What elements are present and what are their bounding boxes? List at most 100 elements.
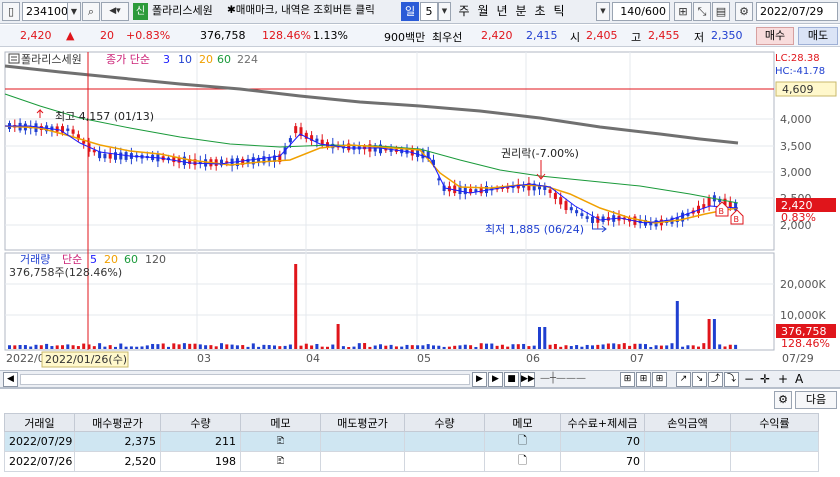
col-sell-qty[interactable]: 수량 <box>404 413 485 432</box>
col-fee[interactable]: 수수료+제세금 <box>560 413 645 432</box>
speaker-icon[interactable]: ◀▾ <box>101 2 129 21</box>
last-pct-label: 0.83% <box>781 211 816 224</box>
next-button[interactable]: 다음 <box>795 391 837 409</box>
col-trade-date[interactable]: 거래일 <box>4 413 75 432</box>
buy-button[interactable]: 매수 <box>756 27 794 45</box>
draw-tool1-icon[interactable]: ↗ <box>676 372 691 387</box>
drawing-icon[interactable]: ⤡ <box>693 2 711 21</box>
cell-pnl[interactable] <box>644 431 731 452</box>
volume-bar <box>341 346 345 349</box>
volume-bar <box>225 344 229 349</box>
period-month-button[interactable]: 월 <box>474 2 492 21</box>
volume-bar <box>490 343 494 349</box>
scroll-right-icon[interactable]: ▶ <box>472 372 487 387</box>
grid2-icon[interactable]: ⊞ <box>636 372 651 387</box>
chart-scroll-bar[interactable]: ◀ ▶ ▶ ■ ▶▶ —┼——— ⊞ ⊞ ⊞ ↗ ↘ ⤴ ⤵ − ✛ + A <box>0 370 840 388</box>
table-row[interactable]: 2022/07/29 2,375 211 🗈 🗋 70 <box>4 431 819 452</box>
col-sell-memo[interactable]: 메모 <box>484 413 561 432</box>
data-count-input[interactable]: 140/600 <box>612 2 670 21</box>
zoom-in-icon[interactable]: + <box>778 372 788 386</box>
volume-bar <box>193 343 197 349</box>
move-icon[interactable]: ✛ <box>760 372 770 386</box>
volume-bar <box>82 343 86 349</box>
period-year-button[interactable]: 년 <box>493 2 511 21</box>
col-sell-avg[interactable]: 매도평균가 <box>320 413 405 432</box>
cell-buy-avg[interactable]: 2,520 <box>74 451 161 472</box>
volume-bar <box>363 343 367 349</box>
layout-icon[interactable]: ▤ <box>712 2 730 21</box>
memo-icon[interactable]: 🗋 <box>484 451 561 472</box>
volume-bar <box>230 344 234 349</box>
grid-icon[interactable]: ⊞ <box>620 372 635 387</box>
col-buy-avg[interactable]: 매수평균가 <box>74 413 161 432</box>
fast-forward-icon[interactable]: ▶▶ <box>520 372 535 387</box>
volume-bar <box>469 345 473 349</box>
col-buy-qty[interactable]: 수량 <box>160 413 241 432</box>
cell-return[interactable] <box>730 431 819 452</box>
period-week-button[interactable]: 주 <box>455 2 473 21</box>
zoom-slider[interactable]: —┼——— <box>540 373 610 386</box>
period-minute-button[interactable]: 분 <box>512 2 530 21</box>
cell-sell-avg[interactable] <box>320 451 405 472</box>
cell-fee[interactable]: 70 <box>560 431 645 452</box>
candle <box>294 126 298 134</box>
cell-fee[interactable]: 70 <box>560 451 645 472</box>
cell-qty[interactable]: 198 <box>160 451 241 472</box>
period-day-button[interactable]: 일 <box>401 2 419 21</box>
x-start-label: 2022/0 <box>6 352 45 365</box>
cell-qty[interactable]: 211 <box>160 431 241 452</box>
cell-sell-avg[interactable] <box>320 431 405 452</box>
period-tick-button[interactable]: 틱 <box>550 2 568 21</box>
x-month-03: 03 <box>197 352 211 365</box>
play-icon[interactable]: ▶ <box>488 372 503 387</box>
gear-icon[interactable]: ⚙ <box>735 2 753 21</box>
tick-dropdown-icon[interactable]: ▼ <box>596 2 610 21</box>
draw-tool3-icon[interactable]: ⤴ <box>708 372 723 387</box>
search-icon[interactable]: ⌕ <box>82 2 100 21</box>
period-num-dropdown-icon[interactable]: ▼ <box>438 2 451 21</box>
cell-pnl[interactable] <box>644 451 731 472</box>
memo-icon[interactable]: 🗈 <box>240 451 321 472</box>
high-label: 고 <box>631 31 642 44</box>
volume-bar <box>495 345 499 349</box>
memo-icon[interactable]: 🗈 <box>240 431 321 452</box>
bid-price: 2,415 <box>526 29 558 42</box>
scroll-track[interactable] <box>20 374 470 385</box>
volume-label: 거래량 <box>20 253 50 266</box>
col-return[interactable]: 수익률 <box>730 413 819 432</box>
stop-icon[interactable]: ■ <box>504 372 519 387</box>
window-icon[interactable]: ▯ <box>2 2 20 21</box>
cell-sell-qty[interactable] <box>404 431 485 452</box>
volume-bar <box>527 346 531 349</box>
stock-code-input[interactable]: 234100 <box>22 2 68 21</box>
table-row[interactable]: 2022/07/26 2,520 198 🗈 🗋 70 <box>4 451 819 472</box>
draw-tool2-icon[interactable]: ↘ <box>692 372 707 387</box>
grid3-icon[interactable]: ⊞ <box>652 372 667 387</box>
date-input[interactable]: 2022/07/29 <box>756 2 838 21</box>
period-second-button[interactable]: 초 <box>531 2 549 21</box>
volume-bar <box>638 343 642 349</box>
cell-return[interactable] <box>730 451 819 472</box>
settings-gear-icon[interactable]: ⚙ <box>774 391 792 409</box>
draw-tool4-icon[interactable]: ⤵ <box>724 372 739 387</box>
volume-bar <box>331 344 335 349</box>
stock-chart[interactable]: 최고 4,157 (01/13) 권리락(-7.00%) 최저 1,885 (0… <box>0 48 840 370</box>
indicator-icon[interactable]: ⊞ <box>674 2 692 21</box>
zoom-out-icon[interactable]: − <box>744 372 754 386</box>
cell-date[interactable]: 2022/07/26 <box>4 451 75 472</box>
code-dropdown-icon[interactable]: ▼ <box>67 2 81 21</box>
cell-buy-avg[interactable]: 2,375 <box>74 431 161 452</box>
volume-bar <box>76 346 80 349</box>
scroll-left-icon[interactable]: ◀ <box>3 372 18 387</box>
col-pnl[interactable]: 손익금액 <box>644 413 731 432</box>
col-buy-memo[interactable]: 메모 <box>240 413 321 432</box>
volume-bar <box>728 344 732 349</box>
font-size-icon[interactable]: A <box>795 372 803 386</box>
trade-table: 거래일 매수평균가 수량 메모 매도평균가 수량 메모 수수료+제세금 손익금액… <box>4 413 819 472</box>
volume-bar <box>442 346 446 349</box>
cell-date[interactable]: 2022/07/29 <box>4 431 75 452</box>
cell-sell-qty[interactable] <box>404 451 485 472</box>
memo-icon[interactable]: 🗋 <box>484 431 561 452</box>
period-num-input[interactable]: 5 <box>420 2 438 21</box>
sell-button[interactable]: 매도 <box>798 27 838 45</box>
